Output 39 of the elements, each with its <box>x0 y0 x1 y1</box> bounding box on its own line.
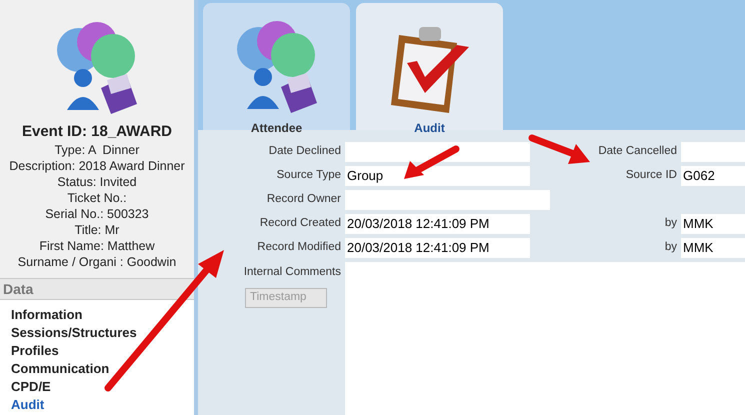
input-field[interactable]: Group <box>345 166 530 186</box>
input-field[interactable]: 20/03/2018 12:41:09 PM <box>345 238 530 258</box>
field-label: Source Type <box>276 168 342 184</box>
input-field[interactable]: MMK <box>681 214 745 234</box>
field-label: Record Created <box>258 216 342 232</box>
tab[interactable]: Attendee <box>203 3 350 130</box>
sidebar-item[interactable]: Audit <box>11 396 194 414</box>
field-label: by <box>664 240 677 256</box>
event-detail: Description: 2018 Award Dinner <box>9 158 185 174</box>
annotation-arrow <box>526 132 592 166</box>
field-label: Date Declined <box>268 144 342 160</box>
field-label: Internal Comments <box>244 265 341 280</box>
event-detail: Surname / Organi : Goodwin <box>18 254 176 270</box>
input-field[interactable] <box>345 142 530 162</box>
sidebar-item[interactable]: CPD/E <box>11 378 194 396</box>
sidebar-item[interactable]: Sessions/Structures <box>11 324 194 342</box>
event-detail: Type: A Dinner <box>54 142 140 158</box>
event-detail: Ticket No.: <box>67 190 127 206</box>
field-label: Record Modified <box>256 240 342 256</box>
field-label: Date Cancelled <box>598 144 677 160</box>
input-field[interactable] <box>681 142 745 162</box>
sidebar-item[interactable]: Profiles <box>11 342 194 360</box>
sidebar-item[interactable]: Communication <box>11 360 194 378</box>
field-label: Source ID <box>626 168 677 184</box>
field-label: Record Owner <box>266 192 342 208</box>
event-detail: Status: Invited <box>57 174 137 190</box>
comments-field[interactable] <box>345 262 745 415</box>
event-heading: Event ID: 18_AWARD <box>22 122 172 142</box>
field-label: by <box>664 216 677 232</box>
input-field[interactable]: G062 <box>681 166 745 186</box>
event-detail: Serial No.: 500323 <box>45 206 149 222</box>
sidebar-item[interactable]: Information <box>11 306 194 324</box>
event-detail: Title: Mr <box>74 222 120 238</box>
input-field[interactable]: 20/03/2018 12:41:09 PM <box>345 214 530 234</box>
event-detail: First Name: Matthew <box>39 238 155 254</box>
input-field[interactable] <box>345 190 550 210</box>
sidebar-header: Data <box>0 278 194 300</box>
tab[interactable]: Audit <box>356 3 503 130</box>
input-field[interactable]: MMK <box>681 238 745 258</box>
